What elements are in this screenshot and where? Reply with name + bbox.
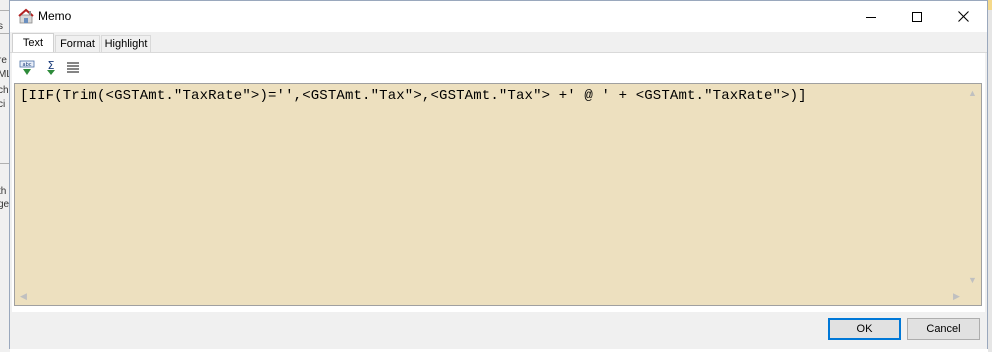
memo-editor[interactable]: [IIF(Trim(<GSTAmt."TaxRate">)='',<GSTAmt… [14,83,982,306]
title-bar[interactable]: Memo [10,1,987,32]
ok-button[interactable]: OK [828,318,901,340]
background-text: ch [0,85,9,96]
maximize-button[interactable] [894,1,940,32]
background-text: ge [0,199,10,210]
tab-text[interactable]: Text [12,33,54,54]
window-title: Memo [38,9,72,23]
background-text: ci [0,99,6,110]
cancel-button[interactable]: Cancel [907,318,980,340]
scroll-up-arrow-icon[interactable]: ▲ [964,84,981,101]
insert-aggregate-button[interactable]: Σ [42,59,60,77]
background-app-right-edge [988,0,992,352]
dialog-footer: OK Cancel [10,313,987,349]
align-text-icon [67,62,79,73]
scroll-left-arrow-icon[interactable]: ◀ [15,288,32,305]
tab-highlight[interactable]: Highlight [101,35,151,53]
tab-format[interactable]: Format [55,35,100,53]
minimize-icon [866,16,876,18]
maximize-icon [912,11,922,22]
insert-field-button[interactable]: abc [18,59,36,77]
text-tab-panel: abc Σ [IIF(Trim(<GSTAmt."TaxRate">)='',<… [12,53,985,312]
app-icon [18,8,34,24]
memo-dialog: Memo Text Format Highlight abc Σ [IIF(Tr… [9,0,988,349]
scroll-right-arrow-icon[interactable]: ▶ [948,288,965,305]
horizontal-scrollbar[interactable]: ◀ ▶ [15,288,965,305]
background-text: re [0,55,7,66]
close-icon [957,11,969,22]
background-text: s [0,21,3,32]
insert-field-icon: abc [19,60,35,75]
minimize-button[interactable] [848,1,894,32]
background-text: th [0,186,7,197]
vertical-scrollbar[interactable]: ▲ ▼ [964,84,981,288]
scroll-down-arrow-icon[interactable]: ▼ [964,271,981,288]
sum-icon: Σ [47,60,55,75]
svg-text:abc: abc [23,62,32,68]
word-wrap-button[interactable] [64,59,82,77]
scrollbar-corner [964,288,981,305]
close-button[interactable] [940,1,986,32]
memo-expression-text[interactable]: [IIF(Trim(<GSTAmt."TaxRate">)='',<GSTAmt… [20,88,807,104]
